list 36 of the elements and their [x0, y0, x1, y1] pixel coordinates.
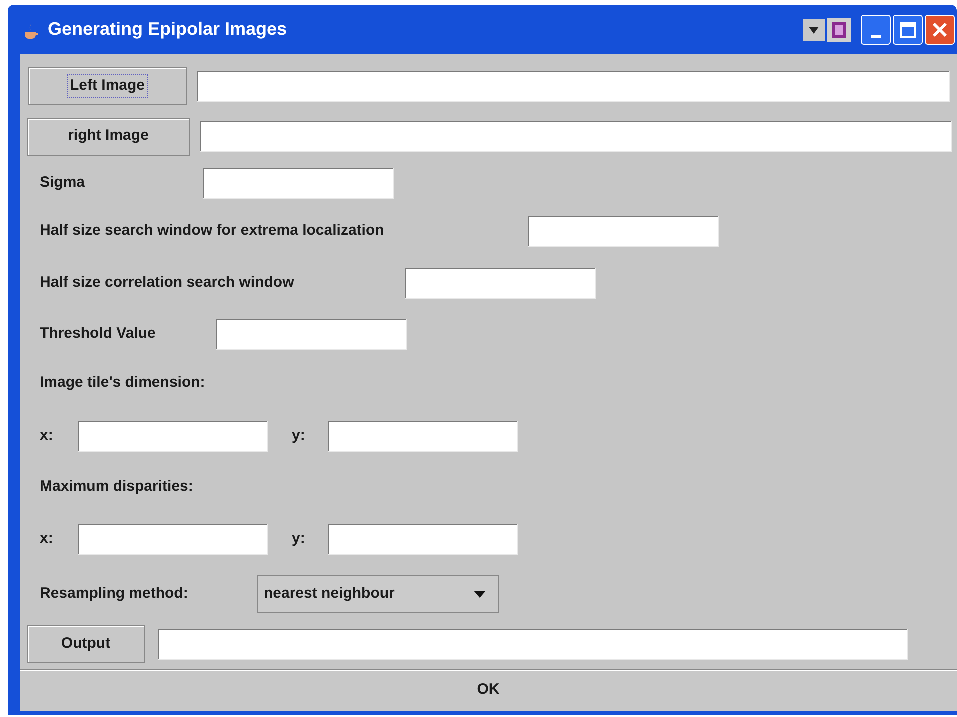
- field-label: Threshold Value: [40, 324, 157, 344]
- menu-icon[interactable]: [803, 18, 825, 40]
- text-field[interactable]: [216, 319, 407, 350]
- text-field[interactable]: [405, 268, 596, 298]
- maximize-icon: [900, 22, 916, 38]
- field-label: Maximum disparities:: [40, 476, 194, 497]
- text-field[interactable]: [78, 420, 268, 452]
- text-field[interactable]: [158, 628, 908, 660]
- minimize-button[interactable]: [861, 14, 891, 44]
- text-field[interactable]: [528, 216, 719, 246]
- text-field[interactable]: [78, 524, 268, 554]
- window-title: Generating Epipolar Images: [48, 18, 288, 41]
- field-label: y:: [292, 426, 306, 446]
- field-label: Sigma: [40, 173, 86, 194]
- field-label: Half size correlation search window: [40, 272, 296, 293]
- maximize-button[interactable]: [893, 14, 923, 44]
- text-field[interactable]: [328, 524, 518, 554]
- minimize-icon: [871, 34, 881, 38]
- field-label: x:: [40, 528, 54, 549]
- dropdown[interactable]: nearest neighbour: [257, 575, 499, 613]
- browse-button[interactable]: right Image: [27, 118, 190, 156]
- browse-button[interactable]: Output: [27, 625, 145, 663]
- field-label: Image tile's dimension:: [40, 373, 206, 394]
- field-label: Half size search window for extrema localization: [40, 220, 386, 241]
- close-icon: [932, 22, 948, 38]
- browse-button[interactable]: Left Image: [28, 67, 187, 105]
- field-label: y:: [292, 528, 306, 549]
- caret-icon: [474, 590, 486, 598]
- text-field[interactable]: [203, 168, 394, 199]
- text-field[interactable]: [197, 70, 950, 102]
- field-label: x:: [40, 426, 54, 446]
- text-field[interactable]: [200, 121, 952, 152]
- grid-icon[interactable]: [827, 18, 851, 42]
- field-label: Resampling method:: [40, 584, 190, 604]
- text-field[interactable]: [328, 420, 518, 452]
- close-button[interactable]: [925, 14, 955, 44]
